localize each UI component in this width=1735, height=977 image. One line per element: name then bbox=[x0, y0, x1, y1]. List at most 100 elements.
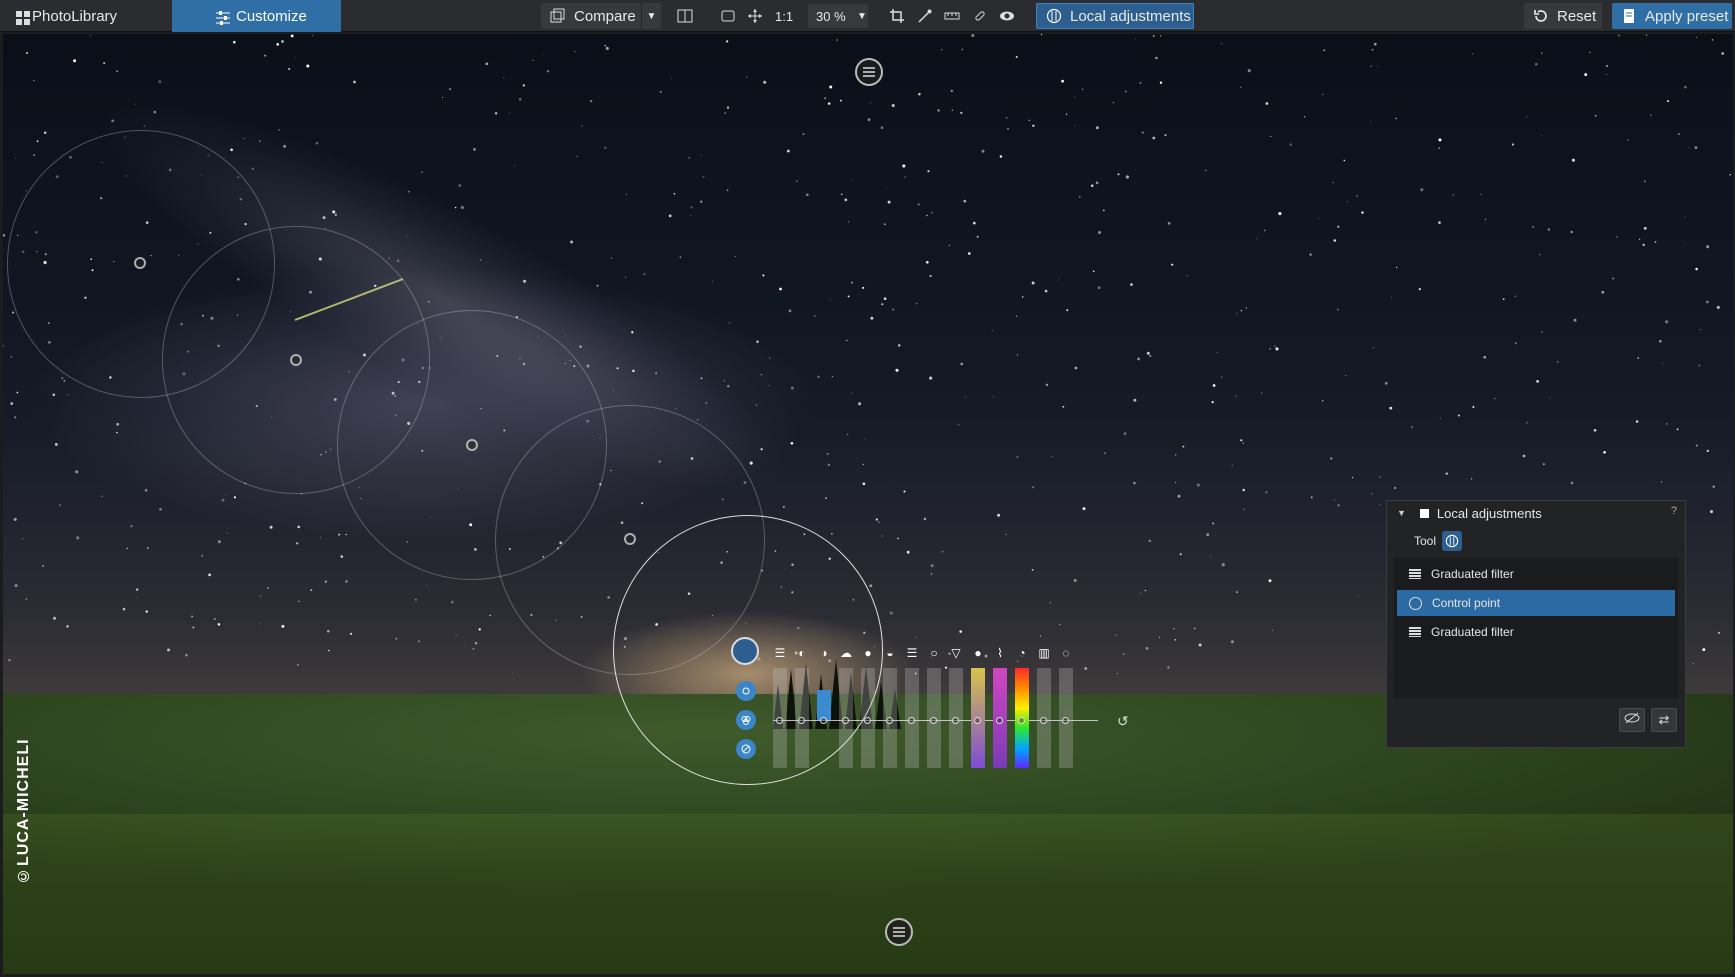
brightness-mode-icon[interactable] bbox=[736, 681, 756, 701]
star bbox=[918, 92, 921, 96]
slider-node[interactable] bbox=[952, 717, 959, 724]
star bbox=[1371, 48, 1374, 51]
star bbox=[1092, 270, 1095, 272]
star bbox=[927, 170, 930, 173]
tool-row: Tool bbox=[1414, 531, 1463, 551]
star bbox=[1650, 114, 1652, 116]
eyedropper-button[interactable] bbox=[916, 0, 936, 32]
toggle-visibility-button[interactable] bbox=[1619, 708, 1645, 732]
star bbox=[294, 57, 296, 59]
star bbox=[746, 76, 748, 78]
tab-photolibrary[interactable]: PhotoLibrary bbox=[0, 0, 172, 32]
star bbox=[847, 295, 850, 298]
tab-customize[interactable]: Customize bbox=[172, 0, 341, 32]
star bbox=[116, 70, 119, 73]
invert-button[interactable]: ⇄ bbox=[1651, 708, 1677, 732]
top-filter-handle[interactable] bbox=[855, 58, 883, 86]
star bbox=[972, 221, 976, 225]
slider-node[interactable] bbox=[798, 717, 805, 724]
red-eye-button[interactable] bbox=[998, 0, 1018, 32]
star bbox=[1133, 398, 1137, 402]
chevron-down-icon[interactable]: ▼ bbox=[641, 3, 661, 29]
apply-preset-button[interactable]: Apply preset bbox=[1612, 3, 1732, 29]
slider-node[interactable] bbox=[908, 717, 915, 724]
list-item[interactable]: Graduated filter bbox=[1397, 619, 1675, 645]
reset-button[interactable]: Reset bbox=[1524, 3, 1602, 29]
star bbox=[997, 513, 1001, 517]
apply-preset-label: Apply preset bbox=[1645, 7, 1729, 25]
tool-selector-icon[interactable] bbox=[1442, 531, 1463, 551]
star bbox=[192, 626, 195, 629]
star bbox=[1268, 579, 1272, 583]
star bbox=[1706, 300, 1709, 304]
star bbox=[1186, 274, 1188, 277]
slider-node[interactable] bbox=[864, 717, 871, 724]
local-adjustments-button[interactable]: Local adjustments bbox=[1036, 3, 1194, 29]
zoom-dropdown-chevron-icon[interactable]: ▼ bbox=[852, 4, 872, 28]
list-item[interactable]: Control point bbox=[1397, 590, 1675, 616]
star bbox=[542, 54, 544, 56]
star bbox=[1695, 267, 1698, 271]
slider-node[interactable] bbox=[776, 717, 783, 724]
pan-button[interactable] bbox=[746, 0, 766, 32]
slider-icon: ☁ bbox=[840, 646, 852, 660]
star bbox=[1483, 355, 1487, 359]
repair-button[interactable] bbox=[971, 0, 991, 32]
panel-header[interactable]: ▼ Local adjustments bbox=[1387, 501, 1685, 525]
star bbox=[1729, 173, 1732, 176]
control-point-handle[interactable] bbox=[466, 439, 478, 451]
star bbox=[1216, 351, 1218, 353]
help-icon[interactable]: ? bbox=[1671, 505, 1677, 517]
star bbox=[146, 547, 149, 549]
reset-sliders-icon[interactable]: ↺ bbox=[1117, 713, 1133, 729]
star bbox=[1139, 592, 1142, 595]
star bbox=[1351, 476, 1354, 479]
control-point-center[interactable] bbox=[731, 637, 759, 665]
slider-node[interactable] bbox=[1018, 717, 1025, 724]
control-point-handle[interactable] bbox=[290, 354, 302, 366]
slider-node[interactable] bbox=[1062, 717, 1069, 724]
slider-node[interactable] bbox=[1040, 717, 1047, 724]
slider-node[interactable] bbox=[842, 717, 849, 724]
control-point-handle[interactable] bbox=[134, 257, 146, 269]
list-item[interactable]: Graduated filter bbox=[1397, 561, 1675, 587]
star bbox=[269, 525, 273, 529]
slider-node[interactable] bbox=[820, 717, 827, 724]
crop-button[interactable] bbox=[888, 0, 908, 32]
star bbox=[1039, 635, 1042, 637]
star bbox=[762, 274, 765, 277]
collapse-chevron-icon[interactable]: ▼ bbox=[1397, 508, 1406, 518]
star bbox=[122, 607, 126, 611]
control-point-handle[interactable] bbox=[624, 533, 636, 545]
horizon-button[interactable] bbox=[943, 0, 963, 32]
enable-checkbox[interactable] bbox=[1419, 508, 1429, 518]
star bbox=[625, 193, 627, 196]
compare-button[interactable]: Compare ▼ bbox=[541, 3, 661, 29]
star bbox=[885, 187, 887, 189]
one-to-one-label: 1:1 bbox=[775, 8, 794, 24]
split-view-button[interactable] bbox=[676, 0, 696, 32]
star bbox=[1472, 53, 1474, 55]
slider-node[interactable] bbox=[974, 717, 981, 724]
star bbox=[1005, 116, 1008, 119]
star bbox=[1662, 362, 1664, 364]
star bbox=[700, 154, 702, 156]
star bbox=[827, 463, 831, 467]
star bbox=[3, 344, 5, 347]
star bbox=[688, 156, 691, 159]
fit-button[interactable] bbox=[719, 0, 739, 32]
star bbox=[458, 184, 462, 187]
grass bbox=[3, 814, 1733, 974]
star bbox=[14, 416, 17, 419]
color-mode-icon[interactable] bbox=[736, 710, 756, 730]
star bbox=[297, 525, 301, 529]
star bbox=[1271, 629, 1273, 631]
slider-node[interactable] bbox=[886, 717, 893, 724]
slider-node[interactable] bbox=[930, 717, 937, 724]
star bbox=[345, 580, 348, 583]
one-to-one-button[interactable]: 1:1 bbox=[775, 0, 797, 32]
adjustment-slider[interactable] bbox=[817, 690, 831, 720]
bottom-filter-handle[interactable] bbox=[885, 918, 913, 946]
slider-node[interactable] bbox=[996, 717, 1003, 724]
detail-mode-icon[interactable] bbox=[736, 739, 756, 759]
